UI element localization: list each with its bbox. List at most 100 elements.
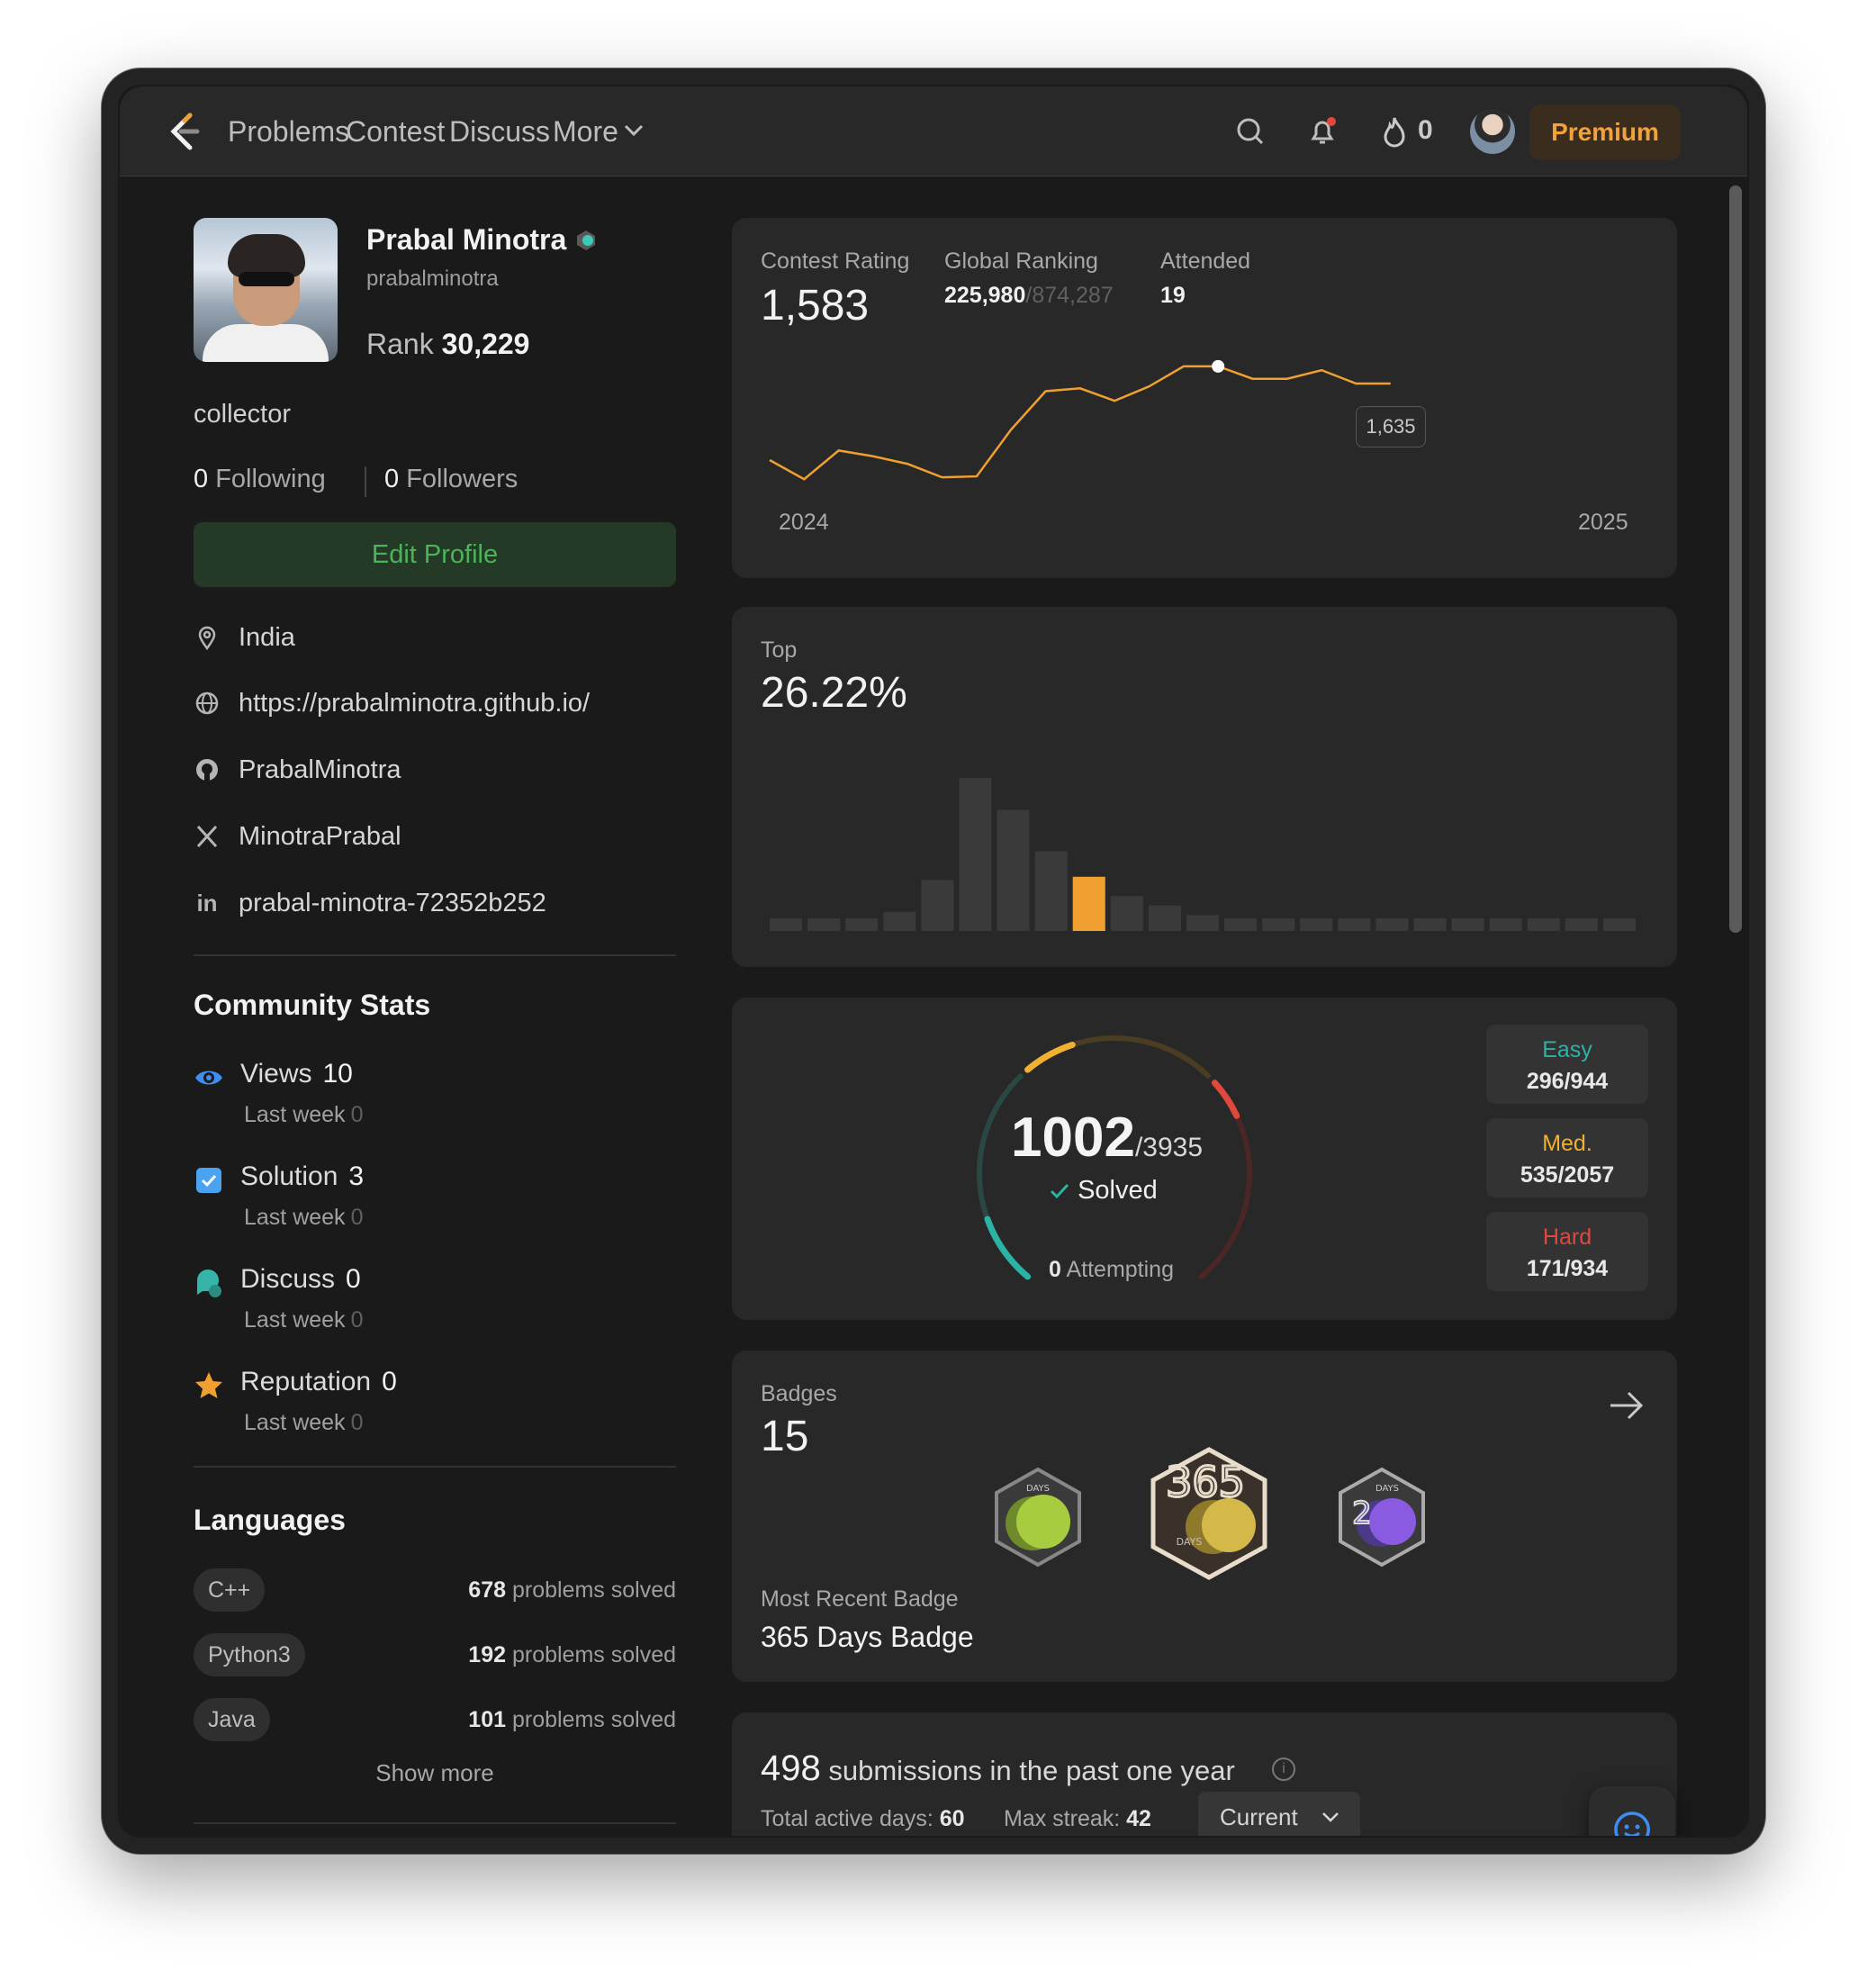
followers-link[interactable]: 0 Followers — [384, 465, 518, 494]
x-axis-end-label: 2025 — [1578, 510, 1628, 535]
recent-badge-label: Most Recent Badge — [761, 1586, 959, 1612]
distribution-bar[interactable] — [997, 809, 1030, 931]
language-row: Python3 192 problems solved — [194, 1633, 676, 1676]
distribution-bar[interactable] — [807, 917, 841, 931]
language-tag[interactable]: Java — [194, 1698, 270, 1741]
distribution-bar[interactable] — [1527, 917, 1560, 931]
distribution-bar[interactable] — [1224, 917, 1258, 931]
submissions-card: 498 submissions in the past one year i T… — [732, 1712, 1677, 1836]
page-scrollbar[interactable] — [1729, 185, 1742, 933]
50-days-badge-icon[interactable]: DAYS — [991, 1466, 1085, 1568]
distribution-bar[interactable] — [770, 917, 803, 931]
distribution-bar[interactable] — [1489, 917, 1522, 931]
distribution-bar[interactable] — [1300, 917, 1333, 931]
hard-stat[interactable]: Hard 171/934 — [1486, 1212, 1648, 1291]
distribution-bar[interactable] — [1602, 917, 1636, 931]
eye-icon — [195, 1071, 222, 1085]
max-streak: Max streak: 42 — [1004, 1806, 1151, 1831]
rating-line-chart[interactable] — [732, 218, 1677, 578]
twitter-link[interactable]: MinotraPrabal — [239, 822, 401, 852]
profile-username: prabalminotra — [366, 267, 499, 291]
bell-icon[interactable] — [1304, 113, 1340, 149]
smiley-chat-icon — [1614, 1812, 1650, 1836]
year-select-dropdown[interactable]: Current — [1198, 1792, 1360, 1836]
website-link[interactable]: https://prabalminotra.github.io/ — [239, 689, 590, 718]
website-row[interactable]: https://prabalminotra.github.io/ — [194, 685, 590, 721]
distribution-bar-highlight[interactable] — [1072, 876, 1105, 931]
location-text: India — [239, 622, 295, 652]
nav-problems-link[interactable]: Problems — [228, 115, 349, 149]
language-row: C++ 678 problems solved — [194, 1568, 676, 1612]
svg-text:2: 2 — [1352, 1496, 1372, 1532]
submissions-title: 498 submissions in the past one year — [761, 1749, 1235, 1788]
distribution-bar[interactable] — [845, 917, 879, 931]
svg-text:365: 365 — [1166, 1458, 1245, 1506]
user-avatar[interactable] — [1470, 109, 1515, 154]
streak-count: 0 — [1418, 115, 1433, 145]
distribution-bar[interactable] — [1451, 917, 1484, 931]
language-tag[interactable]: Python3 — [194, 1633, 305, 1676]
linkedin-link[interactable]: prabal-minotra-72352b252 — [239, 889, 546, 918]
x-twitter-icon — [196, 825, 218, 848]
search-icon[interactable] — [1232, 113, 1268, 149]
nav-contest-link[interactable]: Contest — [346, 115, 445, 149]
solution-check-icon — [196, 1168, 221, 1193]
distribution-bar[interactable] — [921, 880, 954, 931]
globe-icon — [195, 691, 219, 715]
profile-name: Prabal Minotra — [366, 223, 567, 256]
distribution-bar[interactable] — [959, 778, 992, 931]
distribution-bar[interactable] — [1375, 917, 1409, 931]
200-days-badge-icon[interactable]: 2 DAYS — [1335, 1466, 1429, 1568]
language-tag[interactable]: C++ — [194, 1568, 266, 1612]
recent-badge-name: 365 Days Badge — [761, 1621, 974, 1653]
premium-button[interactable]: Premium — [1529, 104, 1681, 160]
info-icon[interactable]: i — [1272, 1758, 1295, 1781]
twitter-row[interactable]: MinotraPrabal — [194, 818, 401, 854]
365-days-badge-icon[interactable]: 365 DAYS — [1146, 1446, 1272, 1581]
github-link[interactable]: PrabalMinotra — [239, 755, 401, 785]
distribution-bar[interactable] — [1186, 915, 1220, 931]
feedback-chat-button[interactable] — [1589, 1786, 1675, 1836]
rating-highlight-point[interactable] — [1212, 359, 1225, 373]
language-row: Java 101 problems solved — [194, 1698, 676, 1741]
distribution-bar[interactable] — [1148, 905, 1181, 931]
edit-profile-button[interactable]: Edit Profile — [194, 522, 676, 587]
chevron-down-icon — [1321, 1812, 1339, 1822]
github-icon — [196, 759, 218, 781]
distribution-bar[interactable] — [1110, 896, 1143, 931]
app-window: Problems Contest Discuss More 0 Premium … — [101, 68, 1766, 1855]
distribution-bar[interactable] — [1565, 917, 1598, 931]
github-row[interactable]: PrabalMinotra — [194, 752, 401, 788]
rating-tooltip: 1,635 — [1356, 406, 1426, 447]
profile-avatar — [194, 218, 338, 362]
location-row: India — [194, 619, 295, 655]
app-viewport: Problems Contest Discuss More 0 Premium … — [120, 86, 1747, 1836]
badges-count: 15 — [761, 1413, 809, 1460]
linkedin-row[interactable]: in prabal-minotra-72352b252 — [194, 885, 546, 921]
distribution-bar[interactable] — [1338, 917, 1371, 931]
solved-count: 1002/3935 — [1011, 1107, 1204, 1169]
x-axis-start-label: 2024 — [779, 510, 829, 535]
leetcode-logo-icon[interactable] — [163, 110, 206, 153]
medium-stat[interactable]: Med. 535/2057 — [1486, 1118, 1648, 1197]
check-icon — [1050, 1183, 1069, 1199]
distribution-bar[interactable] — [1034, 851, 1068, 931]
distribution-bar[interactable] — [1413, 917, 1447, 931]
top-percentile-card: Top 26.22% — [732, 607, 1677, 967]
arrow-right-icon[interactable] — [1605, 1385, 1646, 1426]
rating-distribution-chart[interactable] — [732, 607, 1677, 967]
fire-streak-icon[interactable] — [1376, 113, 1412, 149]
distribution-bar[interactable] — [1262, 917, 1295, 931]
easy-stat[interactable]: Easy 296/944 — [1486, 1025, 1648, 1104]
profile-rank: Rank 30,229 — [366, 328, 530, 360]
solved-label: Solved — [1049, 1176, 1158, 1206]
verified-badge-icon — [577, 230, 595, 250]
profile-about: collector — [194, 400, 291, 429]
nav-more-link[interactable]: More — [553, 115, 618, 149]
svg-text:DAYS: DAYS — [1026, 1484, 1050, 1494]
badges-label: Badges — [761, 1381, 837, 1406]
distribution-bar[interactable] — [883, 911, 916, 931]
nav-discuss-link[interactable]: Discuss — [449, 115, 550, 149]
following-link[interactable]: 0 Following — [194, 465, 326, 494]
show-more-languages-button[interactable]: Show more — [194, 1759, 676, 1787]
